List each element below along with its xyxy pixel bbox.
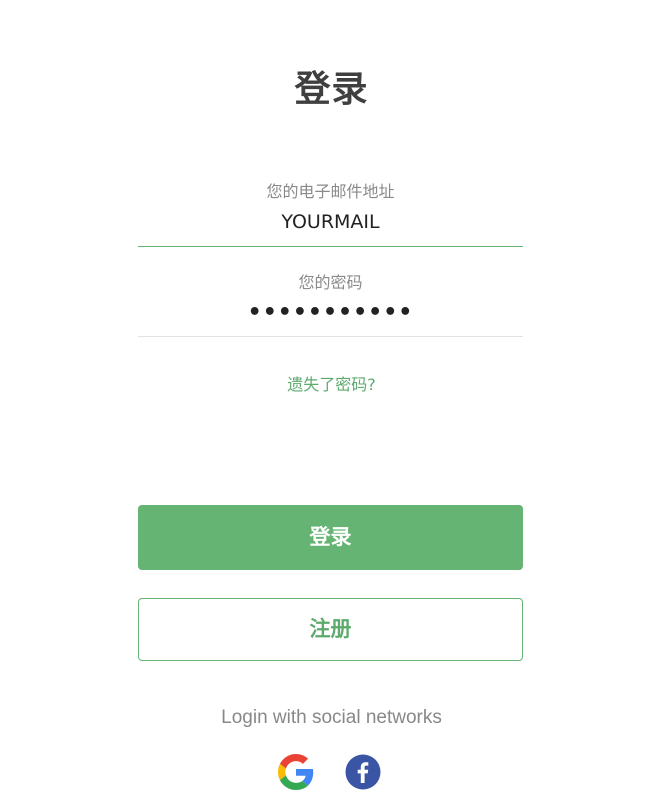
login-page: 登录 您的电子邮件地址 YOURMAIL 您的密码 ••••••••••• 遗失… xyxy=(0,0,663,795)
password-field[interactable]: 您的密码 ••••••••••• xyxy=(138,273,523,339)
page-title: 登录 xyxy=(294,69,369,110)
email-label: 您的电子邮件地址 xyxy=(266,182,395,201)
social-login-text: Login with social networks xyxy=(221,707,442,728)
email-field[interactable]: 您的电子邮件地址 YOURMAIL xyxy=(138,182,523,248)
social-icons xyxy=(278,754,388,792)
password-underline xyxy=(138,336,523,337)
email-input[interactable]: YOURMAIL xyxy=(138,210,523,234)
password-input[interactable]: ••••••••••• xyxy=(138,301,523,325)
facebook-icon[interactable] xyxy=(345,754,381,790)
password-label: 您的密码 xyxy=(298,273,363,292)
google-icon[interactable] xyxy=(278,754,314,790)
register-button[interactable]: 注册 xyxy=(138,598,523,661)
email-underline xyxy=(138,246,523,247)
forgot-password-link[interactable]: 遗失了密码? xyxy=(0,371,663,395)
login-button[interactable]: 登录 xyxy=(138,505,523,570)
